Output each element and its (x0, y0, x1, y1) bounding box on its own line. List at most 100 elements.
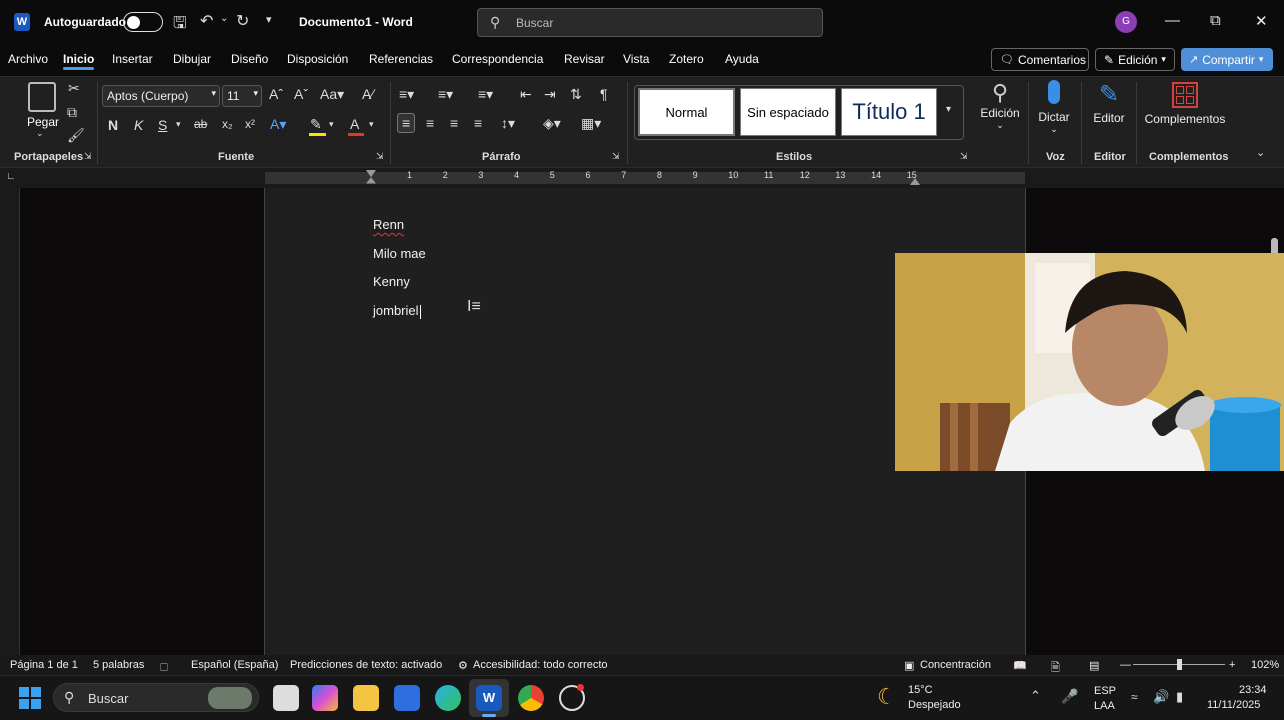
increase-indent-icon[interactable]: ⇥ (544, 86, 556, 103)
strikethrough-icon[interactable]: ab (194, 117, 207, 131)
tab-revisar[interactable]: Revisar (564, 52, 605, 66)
close-icon[interactable]: ✕ (1255, 12, 1268, 30)
start-windows-icon[interactable] (19, 687, 41, 709)
paste-label[interactable]: Pegar (27, 115, 59, 129)
weather-temp[interactable]: 15°C (908, 684, 933, 696)
shading-icon[interactable]: ◈▾ (543, 115, 561, 132)
change-case-icon[interactable]: Aa▾ (320, 86, 344, 103)
cut-icon[interactable]: ✂ (68, 80, 80, 97)
undo-icon[interactable]: ↶ (200, 11, 213, 31)
focus-mode-label[interactable]: Concentración (920, 659, 991, 671)
tab-selector-icon[interactable]: ∟ (6, 171, 16, 182)
microphone-tray-icon[interactable]: 🎤 (1061, 688, 1078, 705)
undo-dropdown-icon[interactable]: ⌄ (220, 13, 228, 24)
clock-time[interactable]: 23:34 (1239, 684, 1267, 696)
focus-icon[interactable]: ▣ (904, 659, 914, 672)
tab-correspondencia[interactable]: Correspondencia (452, 52, 543, 66)
chevron-down-icon[interactable]: ▾ (329, 119, 334, 130)
edit-mode-button[interactable]: ✎ Edición ▾ (1095, 48, 1175, 71)
edge-icon[interactable] (435, 685, 461, 711)
tab-vista[interactable]: Vista (623, 52, 649, 66)
clock-date[interactable]: 11/11/2025 (1207, 699, 1260, 711)
clear-format-icon[interactable]: A∕ (362, 86, 374, 102)
page-count[interactable]: Página 1 de 1 (10, 659, 78, 671)
battery-icon[interactable]: ▮ (1176, 689, 1183, 705)
justify-icon[interactable]: ≡ (474, 115, 482, 131)
comments-button[interactable]: 🗨 Comentarios (991, 48, 1089, 71)
tab-insertar[interactable]: Insertar (112, 52, 153, 66)
font-name-combo[interactable]: Aptos (Cuerpo) ▾ (102, 85, 220, 107)
doc-line-2[interactable]: Milo mae (373, 246, 426, 261)
text-predictions-status[interactable]: Predicciones de texto: activado (290, 659, 442, 671)
tab-ayuda[interactable]: Ayuda (725, 52, 759, 66)
store-icon[interactable] (394, 685, 420, 711)
dialog-launcher-icon[interactable]: ⇲ (960, 151, 968, 162)
input-lang-1[interactable]: ESP (1094, 685, 1116, 697)
tab-dibujar[interactable]: Dibujar (173, 52, 211, 66)
style-sin-espaciado[interactable]: Sin espaciado (740, 88, 836, 136)
tray-overflow-icon[interactable]: ⌃ (1030, 688, 1041, 704)
volume-icon[interactable]: 🔊 (1153, 689, 1169, 705)
tab-inicio[interactable]: Inicio (63, 52, 95, 70)
complementos-button[interactable]: Complementos (1142, 80, 1228, 126)
style-titulo-1[interactable]: Título 1 (841, 88, 937, 136)
underline-button[interactable]: S (158, 117, 167, 133)
chevron-down-icon[interactable]: ▾ (369, 119, 374, 130)
web-layout-icon[interactable]: ▤ (1089, 659, 1099, 672)
chevron-down-icon[interactable]: ▾ (176, 119, 181, 130)
tab-archivo[interactable]: Archivo (8, 52, 48, 66)
subscript-icon[interactable]: x₂ (222, 117, 233, 131)
line-spacing-icon[interactable]: ↕▾ (501, 115, 515, 132)
read-mode-icon[interactable]: 📖 (1013, 659, 1027, 672)
tab-zotero[interactable]: Zotero (669, 52, 704, 66)
word-count[interactable]: 5 palabras (93, 659, 144, 671)
bullets-icon[interactable]: ≡▾ (399, 86, 414, 103)
wifi-icon[interactable]: ≈ (1131, 690, 1138, 704)
doc-line-1[interactable]: Renn (373, 217, 404, 232)
share-button[interactable]: ↗ Compartir ▾ (1181, 48, 1273, 71)
align-center-icon[interactable]: ≡ (426, 115, 434, 131)
zoom-in-icon[interactable]: + (1229, 659, 1235, 671)
grow-font-icon[interactable]: Aˆ (269, 86, 283, 102)
editor-button[interactable]: ✎ Editor (1088, 80, 1130, 125)
clipboard-icon[interactable] (28, 82, 56, 112)
bold-button[interactable]: N (108, 117, 118, 133)
shrink-font-icon[interactable]: Aˇ (294, 86, 308, 102)
font-size-combo[interactable]: 11 ▾ (222, 85, 262, 107)
tab-disposicion[interactable]: Disposición (287, 52, 348, 66)
input-lang-2[interactable]: LAA (1094, 700, 1115, 712)
paste-dropdown-icon[interactable]: ⌄ (36, 128, 44, 139)
task-view-icon[interactable] (273, 685, 299, 711)
collapse-ribbon-icon[interactable]: ⌄ (1256, 146, 1265, 159)
highlight-icon[interactable]: ✎ (310, 116, 322, 133)
copy-icon[interactable]: ⧉ (67, 104, 77, 121)
dictar-button[interactable]: Dictar ⌄ (1034, 80, 1074, 135)
zoom-out-icon[interactable]: — (1120, 659, 1131, 671)
dialog-launcher-icon[interactable]: ⇲ (376, 151, 384, 162)
doc-line-4[interactable]: jombriel (373, 303, 421, 319)
align-right-icon[interactable]: ≡ (450, 115, 458, 131)
redo-icon[interactable]: ↻ (236, 11, 249, 31)
doc-line-3[interactable]: Kenny (373, 274, 410, 289)
minimize-icon[interactable]: — (1165, 12, 1180, 29)
save-icon[interactable]: 🖫 (173, 12, 187, 39)
text-effects-icon[interactable]: A▾ (270, 116, 286, 133)
avatar[interactable]: G (1115, 11, 1137, 33)
file-explorer-icon[interactable] (353, 685, 379, 711)
weather-moon-icon[interactable]: ☾ (877, 684, 897, 710)
font-color-icon[interactable]: A (350, 116, 359, 132)
weather-desc[interactable]: Despejado (908, 699, 961, 711)
restore-icon[interactable]: ⧉ (1210, 12, 1221, 29)
edicion-button[interactable]: ⚲ Edición ⌄ (978, 80, 1022, 131)
numbering-icon[interactable]: ≡▾ (438, 86, 453, 103)
dialog-launcher-icon[interactable]: ⇲ (84, 151, 92, 162)
pilcrow-icon[interactable]: ¶ (600, 86, 608, 102)
styles-more-icon[interactable]: ▾ (946, 104, 951, 115)
accessibility-status[interactable]: Accesibilidad: todo correcto (473, 659, 608, 671)
search-box[interactable]: ⚲ Buscar (477, 8, 823, 37)
tab-referencias[interactable]: Referencias (369, 52, 433, 66)
chrome-icon[interactable] (518, 685, 544, 711)
align-left-icon[interactable]: ≡ (397, 113, 416, 133)
autosave-toggle[interactable] (123, 12, 163, 32)
style-normal[interactable]: Normal (638, 88, 735, 136)
